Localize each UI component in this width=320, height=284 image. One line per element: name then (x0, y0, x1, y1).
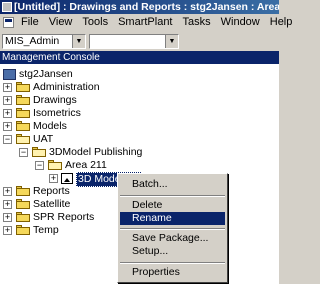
expand-icon[interactable]: + (3, 187, 12, 196)
toolbar: MIS_Admin ▼ ▼ (0, 32, 279, 50)
expand-icon[interactable]: + (3, 226, 12, 235)
menu-view[interactable]: View (44, 14, 78, 31)
collapse-icon[interactable]: − (19, 148, 28, 157)
chevron-down-icon[interactable]: ▼ (72, 35, 85, 48)
folder-icon (16, 121, 30, 131)
filter-combo[interactable]: ▼ (89, 34, 179, 49)
tree-label-models: Models (33, 120, 67, 132)
folder-icon (16, 212, 30, 222)
tree-label-temp: Temp (33, 224, 59, 236)
expand-icon[interactable]: + (3, 200, 12, 209)
tree-label-reports: Reports (33, 185, 70, 197)
menu-bar: File View Tools SmartPlant Tasks Window Help (0, 14, 292, 31)
pane-header: Management Console (0, 51, 279, 64)
expand-icon[interactable]: + (3, 83, 12, 92)
menu-help[interactable]: Help (265, 14, 298, 31)
tree-label-drawings: Drawings (33, 94, 77, 106)
folder-icon (16, 108, 30, 118)
user-combo-value: MIS_Admin (5, 35, 60, 47)
window-title-bar[interactable]: [Untitled] : Drawings and Reports : stg2… (0, 0, 279, 14)
menu-item-properties[interactable]: Properties (120, 266, 225, 279)
menu-item-setup[interactable]: Setup... (120, 245, 225, 258)
folder-icon (16, 186, 30, 196)
model-data-icon (61, 173, 73, 184)
folder-icon (16, 95, 30, 105)
tree-label-spr-reports: SPR Reports (33, 211, 95, 223)
expand-icon[interactable]: + (3, 122, 12, 131)
open-folder-icon (16, 134, 30, 144)
tree-label-administration: Administration (33, 81, 100, 93)
menu-item-rename[interactable]: Rename (120, 212, 225, 225)
window-title: [Untitled] : Drawings and Reports : stg2… (14, 1, 279, 13)
menu-item-delete[interactable]: Delete (120, 199, 225, 212)
user-combo[interactable]: MIS_Admin ▼ (2, 34, 86, 49)
menu-smartplant[interactable]: SmartPlant (113, 14, 177, 31)
chevron-down-icon[interactable]: ▼ (165, 35, 178, 48)
tree-label-root: stg2Jansen (19, 68, 73, 80)
expand-icon[interactable]: + (49, 174, 58, 183)
folder-icon (16, 199, 30, 209)
collapse-icon[interactable]: − (35, 161, 44, 170)
site-icon (3, 69, 16, 80)
expand-icon[interactable]: + (3, 109, 12, 118)
tree-label-isometrics: Isometrics (33, 107, 81, 119)
menu-window[interactable]: Window (216, 14, 265, 31)
expand-icon[interactable]: + (3, 96, 12, 105)
document-window-icon[interactable] (3, 17, 14, 28)
folder-icon (16, 82, 30, 92)
open-folder-icon (32, 147, 46, 157)
menu-tools[interactable]: Tools (77, 14, 113, 31)
expand-icon[interactable]: + (3, 213, 12, 222)
tree-label-area-211: Area 211 (65, 159, 107, 171)
tree-label-3dmodel-publishing: 3DModel Publishing (49, 146, 143, 158)
collapse-icon[interactable]: − (3, 135, 12, 144)
folder-icon (16, 225, 30, 235)
tree-label-satellite: Satellite (33, 198, 71, 210)
tree-label-uat: UAT (33, 133, 54, 145)
menu-separator (120, 195, 225, 197)
menu-item-batch[interactable]: Batch... (120, 178, 225, 191)
menu-file[interactable]: File (16, 14, 44, 31)
menu-item-save-package[interactable]: Save Package... (120, 232, 225, 245)
open-folder-icon (48, 160, 62, 170)
app-icon (2, 2, 12, 12)
context-menu: Batch... Delete Rename Save Package... S… (117, 173, 228, 283)
menu-separator (120, 262, 225, 264)
menu-separator (120, 228, 225, 230)
menu-tasks[interactable]: Tasks (178, 14, 216, 31)
